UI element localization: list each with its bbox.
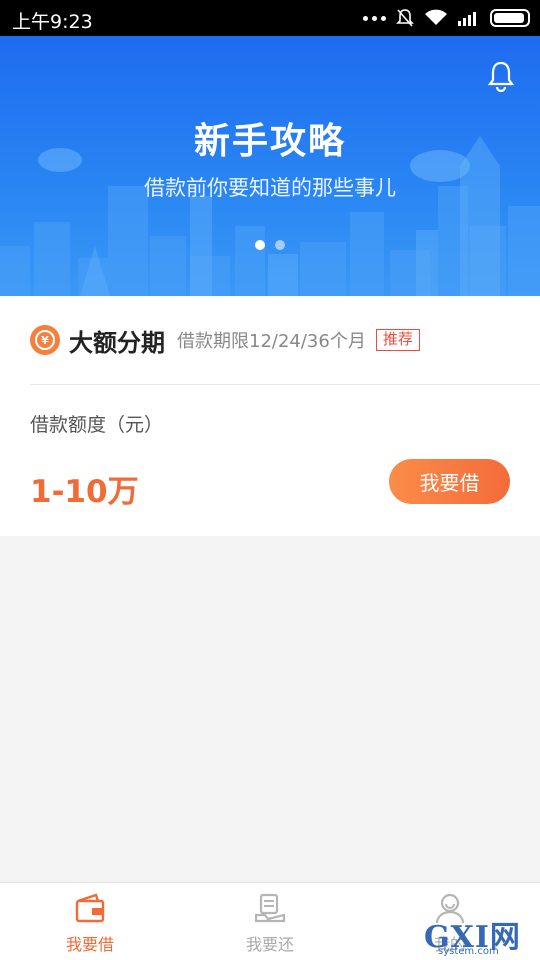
wallet-icon <box>75 893 105 923</box>
status-bar: 上午9:23 <box>0 0 540 36</box>
site-watermark: GXI网 system.com <box>424 912 534 957</box>
product-name: 大额分期 <box>69 328 165 357</box>
notification-bell-icon[interactable] <box>486 60 516 92</box>
money-bag-icon: ¥ <box>30 325 60 355</box>
loan-term: 借款期限12/24/36个月 <box>177 331 366 352</box>
mute-bell-icon <box>396 9 414 27</box>
status-icons <box>363 8 530 28</box>
product-header: ¥ 大额分期 借款期限12/24/36个月 推荐 <box>30 322 420 358</box>
battery-icon <box>490 9 530 27</box>
loan-product-card: ¥ 大额分期 借款期限12/24/36个月 推荐 借款额度（元） 1-10万 我… <box>0 296 540 536</box>
divider <box>30 384 540 385</box>
recommend-badge: 推荐 <box>375 329 420 351</box>
amount-label: 借款额度（元） <box>30 414 164 436</box>
signal-icon <box>458 12 476 26</box>
tab-repay-label: 我要还 <box>245 935 294 954</box>
pager-dot-active[interactable] <box>255 240 265 250</box>
banner-carousel[interactable]: 新手攻略 借款前你要知道的那些事儿 <box>0 36 540 296</box>
tab-borrow-label: 我要借 <box>65 935 114 954</box>
tab-repay[interactable]: 我要还 <box>180 883 360 960</box>
repay-icon <box>254 893 286 923</box>
banner-pager <box>255 240 285 250</box>
tab-borrow[interactable]: 我要借 <box>0 883 180 960</box>
borrow-button[interactable]: 我要借 <box>389 459 510 504</box>
status-time: 上午9:23 <box>12 11 93 33</box>
banner-subtitle: 借款前你要知道的那些事儿 <box>144 176 396 200</box>
wifi-icon <box>425 9 447 25</box>
watermark-domain: system.com <box>438 946 499 957</box>
more-dots-icon <box>363 15 386 21</box>
amount-value: 1-10万 <box>30 474 139 510</box>
pager-dot[interactable] <box>275 240 285 250</box>
banner-title: 新手攻略 <box>193 121 346 162</box>
